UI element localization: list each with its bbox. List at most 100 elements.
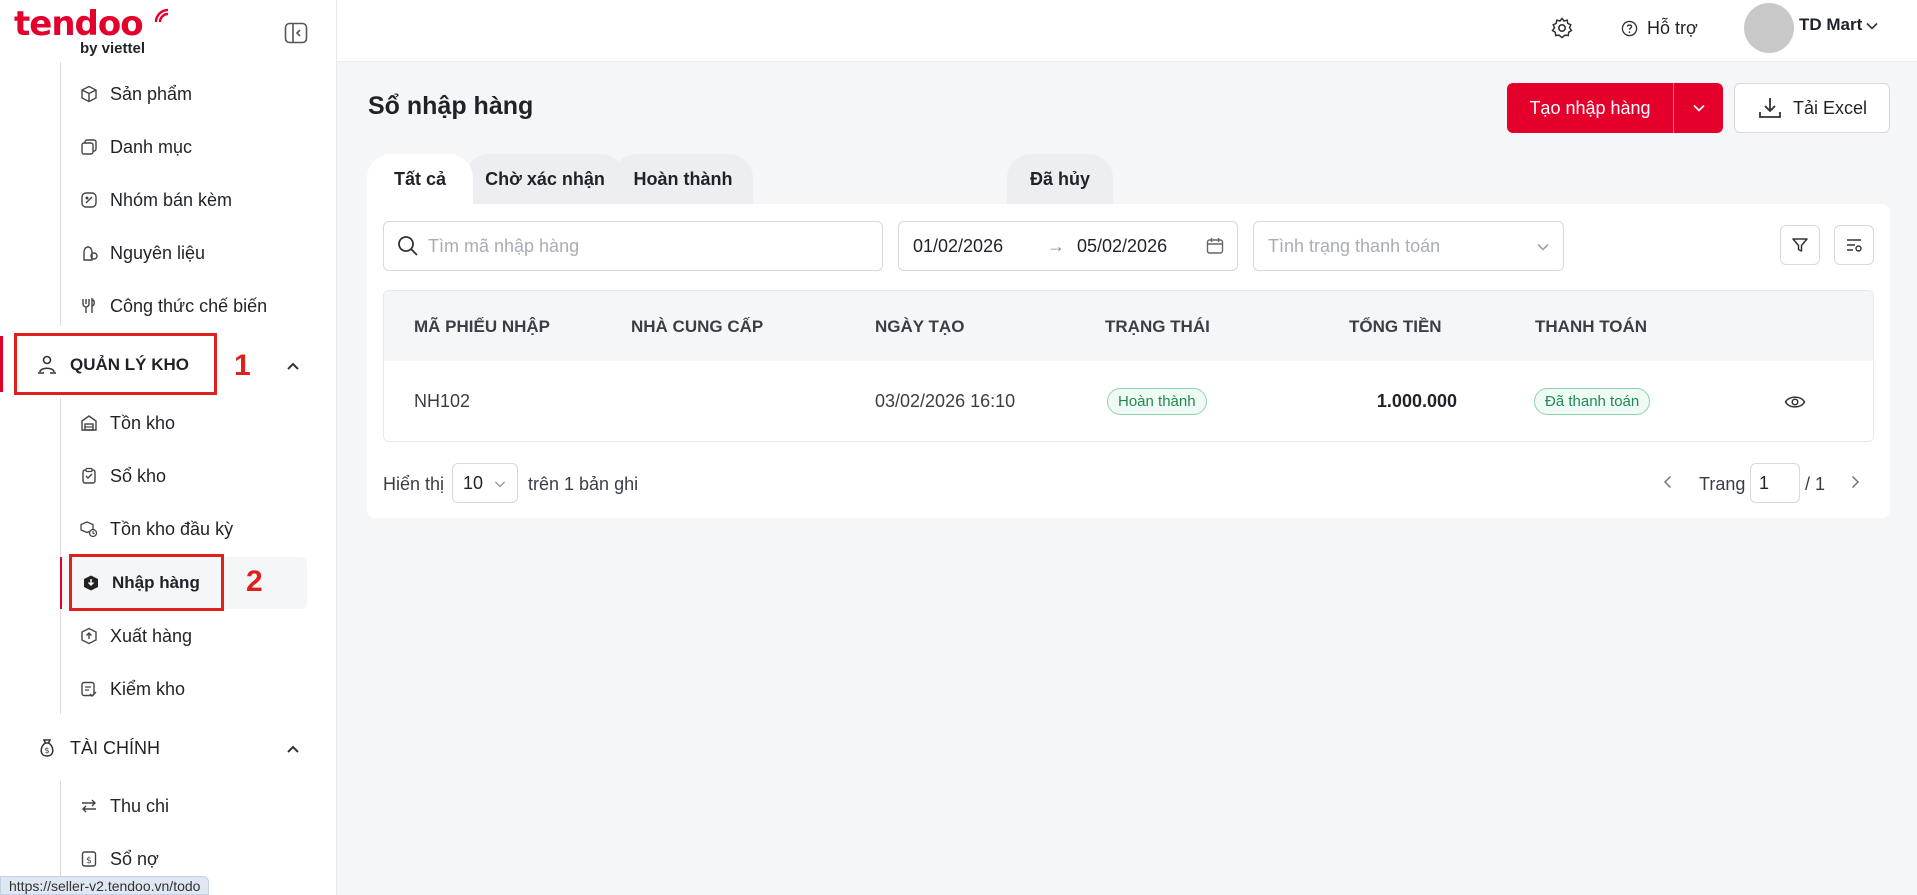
tab-hoan-thanh[interactable]: Hoàn thành [613,154,753,204]
tab-da-huy[interactable]: Đã hủy [1007,154,1113,204]
search-icon [398,236,418,256]
create-import-button-group: Tạo nhập hàng [1507,83,1723,133]
date-from-input[interactable]: 01/02/2026 [913,236,1003,257]
table-header: MÃ PHIẾU NHẬP NHÀ CUNG CẤP NGÀY TẠO TRẠN… [384,291,1873,361]
sidebar-item-label: Công thức chế biến [110,295,268,316]
user-name[interactable]: TD Mart [1799,15,1862,35]
import-table: MÃ PHIẾU NHẬP NHÀ CUNG CẤP NGÀY TẠO TRẠN… [383,290,1874,442]
top-header: Hỗ trợ TD Mart [337,0,1917,62]
filter-button[interactable] [1780,225,1820,265]
sidebar-item-label: Sổ kho [110,465,167,486]
chevron-down-icon [495,481,505,488]
download-icon [1759,98,1781,118]
sidebar-item-cong-thuc[interactable]: Công thức chế biến [80,291,267,321]
tab-cho-xac-nhan[interactable]: Chờ xác nhận [465,154,625,204]
sidebar-item-ton-kho-dau-ky[interactable]: Tồn kho đầu kỳ [80,514,233,544]
sidebar-item-label: Kiểm kho [110,678,186,699]
active-item-indicator [60,557,62,609]
cell-total: 1.000.000 [1376,391,1457,411]
page-number-input[interactable] [1750,463,1800,503]
menu-tree-line [60,398,61,714]
chevron-left-icon[interactable] [1658,472,1678,492]
sidebar-item-label: Nhóm bán kèm [110,189,233,210]
chevron-up-icon[interactable] [285,358,301,374]
date-range-picker: 01/02/2026 → 05/02/2026 [898,221,1238,271]
column-header-supplier: NHÀ CUNG CẤP [631,317,764,336]
column-settings-icon [1847,239,1862,252]
menu-tree-line [60,62,61,326]
search-input[interactable] [428,235,868,257]
sidebar-item-kiem-kho[interactable]: Kiểm kho [80,674,185,704]
column-header-total: TỔNG TIỀN [1349,317,1442,336]
sidebar-item-nguyen-lieu[interactable]: Nguyên liệu [80,238,205,268]
sidebar-item-so-kho[interactable]: Sổ kho [80,461,166,491]
sidebar-item-ton-kho[interactable]: Tồn kho [80,408,175,438]
sidebar-item-so-no[interactable]: $ Sổ nợ [80,844,159,874]
ingredient-icon [80,244,98,262]
clipboard-icon [80,467,98,485]
sidebar-section-tai-chinh[interactable]: $ TÀI CHÍNH [36,733,160,763]
annotation-box-2 [69,554,224,611]
payment-status-select[interactable]: Tình trạng thanh toán [1253,221,1564,271]
page-title: Sổ nhập hàng [368,92,534,120]
filter-icon [1792,238,1808,252]
date-to-input[interactable]: 05/02/2026 [1077,236,1167,257]
chevron-down-icon[interactable] [1864,18,1880,34]
column-header-code: MÃ PHIẾU NHẬP [414,317,551,336]
boxes-icon [80,520,98,538]
date-range-arrow: → [1047,236,1065,256]
annotation-number-2: 2 [246,565,263,598]
download-excel-button[interactable]: Tải Excel [1734,83,1890,133]
chevron-up-icon[interactable] [285,741,301,757]
chevron-down-icon [1692,104,1705,112]
question-circle-icon [1621,20,1638,36]
svg-text:$: $ [86,856,92,866]
page-label: Trang [1699,474,1746,494]
payment-status-placeholder: Tình trạng thanh toán [1268,235,1441,256]
table-row[interactable]: NH102 03/02/2026 16:10 Hoàn thành 1.000.… [384,361,1873,441]
sidebar-item-label: Tồn kho [110,412,176,433]
sidebar-item-danh-muc[interactable]: Danh mục [80,132,192,162]
column-settings-button[interactable] [1834,225,1874,265]
sidebar-item-xuat-hang[interactable]: Xuất hàng [80,621,192,651]
cell-created: 03/02/2026 16:10 [875,391,1016,411]
debt-icon: $ [80,850,98,868]
calendar-icon[interactable] [1205,236,1225,256]
logo[interactable]: tendoo by viettel [14,4,169,57]
sidebar-item-san-pham[interactable]: Sản phẩm [80,79,192,109]
eye-icon[interactable] [1784,393,1806,411]
sidebar-item-label: Sản phẩm [110,83,193,104]
warehouse-icon [80,414,98,432]
cube-icon [80,85,98,103]
page-size-value: 10 [463,472,484,493]
sidebar-item-nhom-ban-kem[interactable]: Nhóm bán kèm [80,185,232,215]
gear-icon[interactable] [1550,16,1574,40]
page-total: / 1 [1805,474,1826,494]
copy-icon [80,138,98,156]
help-link[interactable]: Hỗ trợ [1621,14,1698,42]
status-badge: Hoàn thành [1107,388,1207,415]
section-label: TÀI CHÍNH [70,737,160,758]
sidebar: tendoo by viettel Sản phẩm Danh mục Nhóm… [0,0,337,895]
logo-wave-icon [154,8,169,23]
create-import-button[interactable]: Tạo nhập hàng [1507,98,1673,119]
box-out-icon [80,627,98,645]
chevron-right-icon[interactable] [1845,472,1865,492]
tag-icon [80,191,98,209]
sidebar-item-label: Danh mục [110,136,193,157]
column-header-created: NGÀY TẠO [875,317,965,336]
search-box [383,221,883,271]
sidebar-item-label: Tồn kho đầu kỳ [110,518,234,539]
sidebar-item-thu-chi[interactable]: Thu chi [80,791,169,821]
cell-code[interactable]: NH102 [414,391,470,412]
download-excel-label: Tải Excel [1792,97,1868,118]
sidebar-collapse-icon[interactable] [284,22,308,44]
create-import-dropdown-button[interactable] [1674,100,1723,116]
sidebar-item-label: Thu chi [110,795,170,816]
page-size-label: Hiển thị [383,474,445,494]
avatar[interactable] [1744,3,1794,53]
page-size-select[interactable]: 10 [452,463,518,503]
active-section-indicator [0,336,3,392]
tab-tat-ca[interactable]: Tất cả [367,154,473,204]
recipe-icon [80,297,98,315]
